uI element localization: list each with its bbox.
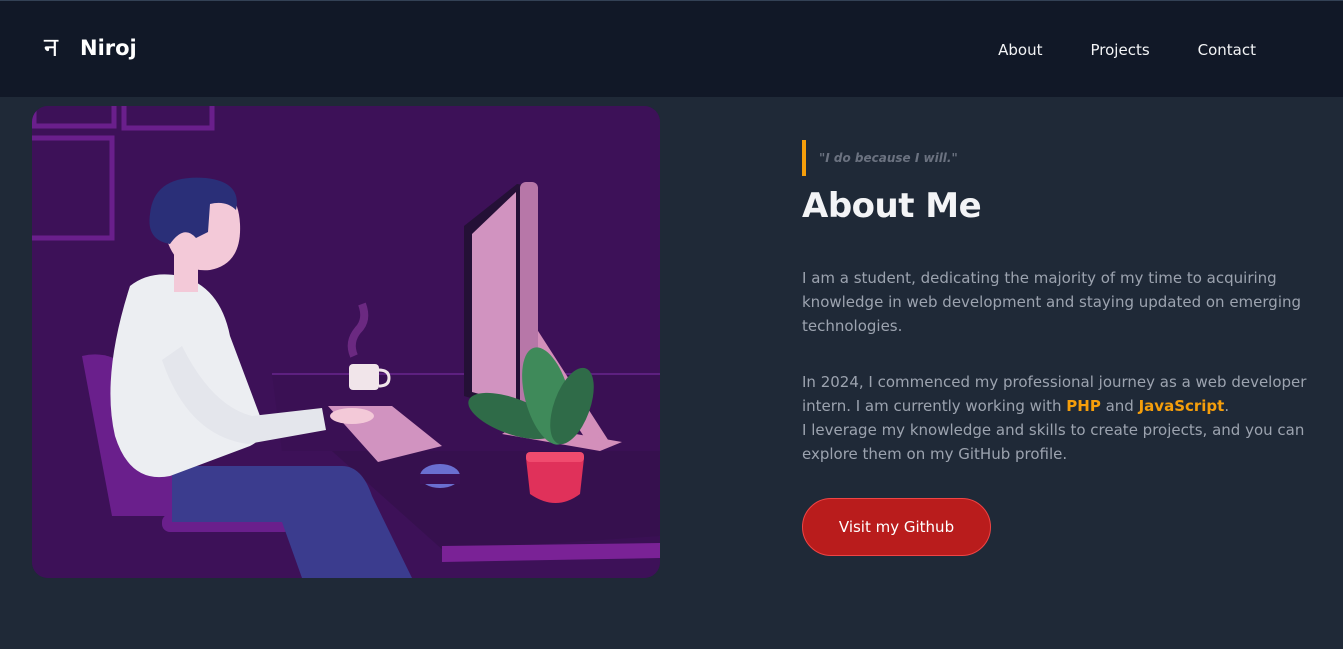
paragraph-2-text: In 2024, I commenced my professional jou… bbox=[802, 373, 1307, 415]
page-title: About Me bbox=[802, 186, 982, 226]
brand[interactable]: न Niroj bbox=[34, 29, 137, 67]
paragraph-2-and: and bbox=[1100, 397, 1139, 415]
brand-logo[interactable]: न bbox=[34, 29, 68, 67]
nav-links: About Projects Contact bbox=[998, 39, 1256, 61]
paragraph-2-end: . bbox=[1224, 397, 1230, 415]
brand-name[interactable]: Niroj bbox=[80, 29, 137, 67]
highlight-php: PHP bbox=[1066, 397, 1101, 415]
visit-github-button[interactable]: Visit my Github bbox=[802, 498, 991, 556]
nav-link-projects[interactable]: Projects bbox=[1091, 39, 1150, 61]
navbar: न Niroj About Projects Contact bbox=[0, 0, 1343, 97]
developer-at-desk-illustration bbox=[32, 106, 660, 578]
nav-link-about[interactable]: About bbox=[998, 39, 1042, 61]
about-section: "I do because I will." About Me I am a s… bbox=[802, 140, 1322, 556]
quote: "I do because I will." bbox=[802, 140, 1322, 176]
nav-link-contact[interactable]: Contact bbox=[1198, 39, 1256, 61]
highlight-javascript: JavaScript bbox=[1138, 397, 1225, 415]
hero-illustration bbox=[32, 106, 660, 578]
about-paragraph-2: In 2024, I commenced my professional jou… bbox=[802, 370, 1312, 466]
paragraph-2-text-2: I leverage my knowledge and skills to cr… bbox=[802, 421, 1305, 463]
about-paragraph-1: I am a student, dedicating the majority … bbox=[802, 269, 1302, 335]
